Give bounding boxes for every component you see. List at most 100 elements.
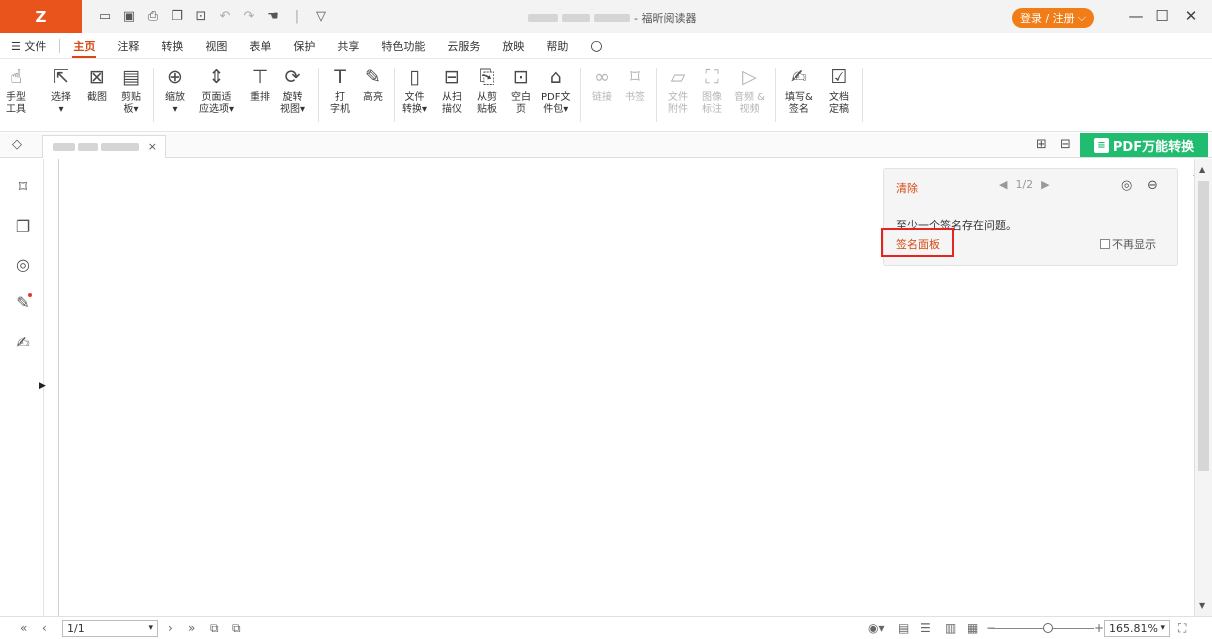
rotate-view-button[interactable]: ⟳ 旋转 视图▾ [280, 64, 305, 116]
redo-icon[interactable]: ↷ [240, 8, 258, 26]
tab-form[interactable]: 表单 [238, 33, 282, 59]
clear-button[interactable]: 清除 [896, 180, 918, 196]
copy-icon[interactable]: ❐ [168, 8, 186, 26]
fill-sign-button[interactable]: ✍ 填写& 签名 [785, 64, 813, 116]
scroll-down-icon[interactable]: ▼ [1199, 601, 1205, 610]
page-fit-button[interactable]: ⇕ 页面适 应选项▾ [199, 64, 234, 116]
grid-view-icon[interactable]: ⊞ [1036, 137, 1047, 152]
hand-icon[interactable]: ☚ [264, 8, 282, 26]
clipboard-button[interactable]: ▤ 剪贴 板▾ [119, 64, 143, 116]
next-icon[interactable]: ▶ [1041, 178, 1049, 191]
hand-tool-button[interactable]: ☝ 手型 工具 [4, 64, 28, 116]
zoom-slider-track[interactable] [990, 628, 1094, 629]
snapshot-button[interactable]: ⊠ 截图 [85, 64, 109, 104]
scanner-icon: ⊟ [444, 66, 460, 88]
chevron-down-icon[interactable]: ▾ [148, 621, 153, 636]
open-icon[interactable]: ▭ [96, 8, 114, 26]
checkbox[interactable] [1100, 239, 1110, 249]
tab-cloud[interactable]: 云服务 [436, 33, 491, 59]
last-page-icon[interactable]: » [188, 621, 195, 635]
redacted-title-part [528, 14, 558, 22]
previous-icon[interactable]: ◀ [999, 178, 1007, 191]
image-annotation-button[interactable]: ⛶ 图像 标注 [700, 64, 724, 116]
pdf-convert-button[interactable]: ≡ PDF万能转换 [1080, 133, 1208, 157]
continuous-facing-icon[interactable]: ▦ [967, 621, 978, 635]
minimize-icon[interactable]: ⊖ [1147, 178, 1158, 193]
from-clipboard-button[interactable]: ⎘ 从剪 贴板 [475, 64, 499, 116]
link-button[interactable]: ∞ 链接 [590, 64, 614, 104]
next-page-icon[interactable]: › [168, 621, 173, 635]
file-menu[interactable]: ☰ 文件 [0, 33, 57, 59]
zoom-in-icon[interactable]: + [1094, 621, 1104, 635]
separator: | [294, 9, 300, 24]
tab-home[interactable]: 主页 [62, 33, 106, 59]
zoom-level-input[interactable]: 165.81% ▾ [1104, 620, 1170, 637]
document-tab[interactable]: × [42, 135, 166, 158]
customize-icon[interactable]: ▽ [312, 8, 330, 26]
finalize-document-button[interactable]: ☑ 文档 定稿 [827, 64, 851, 116]
login-button[interactable]: 登录 / 注册 ⌵ [1012, 8, 1094, 28]
eraser-icon[interactable]: ◇ [12, 137, 22, 152]
typewriter-button[interactable]: T 打 字机 [328, 64, 352, 116]
reflow-label: 重排 [250, 92, 270, 103]
tab-help[interactable]: 帮助 [535, 33, 579, 59]
minimize-button[interactable]: — [1126, 7, 1146, 25]
ribbon-tabs: ☰ 文件 主页 注释 转换 视图 表单 保护 共享 特色功能 云服务 放映 帮助… [0, 33, 1212, 59]
clipboard-label: 剪贴 板▾ [121, 92, 141, 115]
attachment-icon[interactable]: ✎ [13, 293, 33, 312]
bookmark-button[interactable]: ⌑ 书签 [623, 64, 647, 104]
highlight-button[interactable]: ✎ 高亮 [361, 64, 385, 104]
highlighter-icon: ✎ [365, 66, 381, 88]
tab-features[interactable]: 特色功能 [370, 33, 436, 59]
tab-protect[interactable]: 保护 [282, 33, 326, 59]
convert-file-button[interactable]: ▯ 文件 转换▾ [402, 64, 427, 116]
pages-icon[interactable]: ❐ [13, 217, 33, 236]
select-tool-button[interactable]: ⇱ 选择 ▾ [49, 64, 73, 116]
close-tab-icon[interactable]: × [148, 140, 157, 153]
maximize-button[interactable]: ☐ [1152, 7, 1172, 25]
signature-panel-link[interactable]: 签名面板 [896, 236, 940, 252]
signature-icon[interactable]: ✍ [13, 333, 33, 352]
file-attachment-button[interactable]: ▱ 文件 附件 [666, 64, 690, 116]
reading-mode-icon[interactable]: ◉▾ [868, 621, 885, 635]
bookmark-icon[interactable]: ⌑ [13, 177, 33, 196]
zoom-slider-knob[interactable] [1043, 623, 1053, 633]
zoom-button[interactable]: ⊕ 缩放 ▾ [163, 64, 187, 116]
fullscreen-icon[interactable]: ⛶ [1178, 621, 1186, 636]
previous-view-icon[interactable]: ⧉ [210, 621, 219, 636]
tab-comment[interactable]: 注释 [106, 33, 150, 59]
comments-icon[interactable]: ◎ [13, 255, 33, 274]
undo-icon[interactable]: ↶ [216, 8, 234, 26]
close-button[interactable]: ✕ [1181, 7, 1201, 25]
tab-share[interactable]: 共享 [326, 33, 370, 59]
single-page-icon[interactable]: ▤ [898, 621, 909, 635]
blank-page-button[interactable]: ⊡ 空白 页 [509, 64, 533, 116]
search-icon[interactable]: ○ [579, 33, 613, 59]
page-number-input[interactable]: 1/1 ▾ [62, 620, 158, 637]
single-page-view-icon[interactable]: ⊟ [1060, 137, 1071, 152]
zoom-level-value: 165.81% [1109, 622, 1158, 635]
new-icon[interactable]: ⊡ [192, 8, 210, 26]
save-icon[interactable]: ▣ [120, 8, 138, 26]
audio-video-button[interactable]: ▷ 音频 & 视频 [734, 64, 765, 116]
first-page-icon[interactable]: « [20, 621, 27, 635]
expand-panel-icon[interactable]: ▶ [39, 381, 46, 391]
next-view-icon[interactable]: ⧉ [232, 621, 241, 636]
dont-show-again-checkbox[interactable]: 不再显示 [1100, 236, 1156, 252]
settings-icon[interactable]: ◎ [1121, 178, 1132, 193]
pdf-portfolio-button[interactable]: ⌂ PDF文 件包▾ [541, 64, 570, 116]
continuous-page-icon[interactable]: ☰ [920, 621, 931, 635]
scrollbar-thumb[interactable] [1198, 181, 1209, 471]
scroll-up-icon[interactable]: ▲ [1199, 165, 1205, 174]
tab-slideshow[interactable]: 放映 [491, 33, 535, 59]
reflow-button[interactable]: ⊤ 重排 [248, 64, 272, 104]
print-icon[interactable]: ⎙ [144, 8, 162, 26]
tab-convert[interactable]: 转换 [150, 33, 194, 59]
from-scanner-button[interactable]: ⊟ 从扫 描仪 [440, 64, 464, 116]
facing-page-icon[interactable]: ▥ [945, 621, 956, 635]
previous-page-icon[interactable]: ‹ [42, 621, 47, 635]
tab-view[interactable]: 视图 [194, 33, 238, 59]
bookmark-icon: ⌑ [630, 66, 640, 88]
chevron-down-icon[interactable]: ▾ [1160, 621, 1165, 636]
vertical-scrollbar[interactable]: ▲ ▼ [1194, 159, 1212, 616]
